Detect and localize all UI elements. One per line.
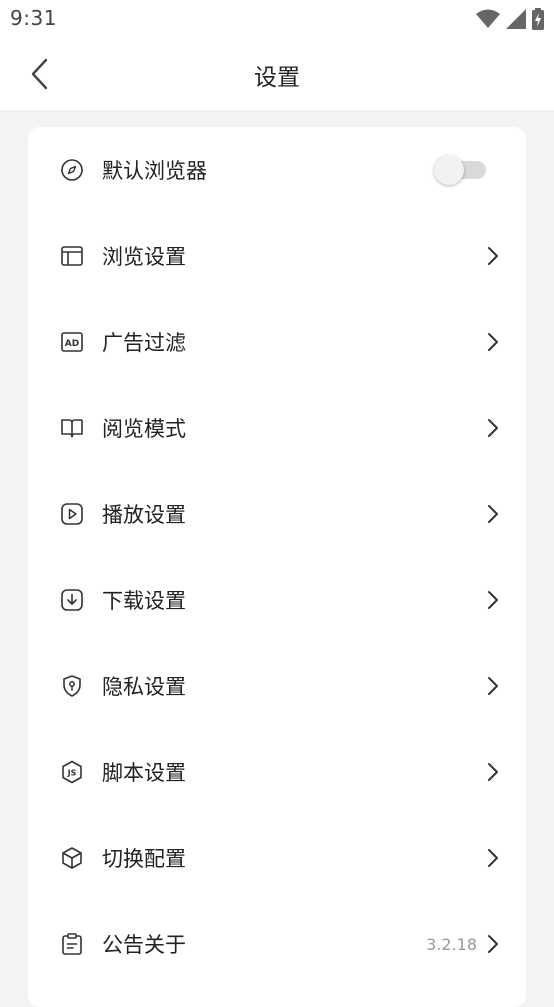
- page-title: 设置: [254, 65, 300, 91]
- settings-item-label: 隐私设置: [102, 675, 186, 699]
- settings-item-label: 切换配置: [102, 847, 186, 871]
- settings-item-label: 脚本设置: [102, 761, 186, 785]
- clipboard-icon: [60, 932, 84, 956]
- layout-icon: [60, 244, 84, 268]
- chevron-right-icon: [486, 934, 500, 954]
- settings-item-label: 公告关于: [102, 933, 186, 957]
- download-icon: [60, 588, 84, 612]
- signal-icon: [506, 9, 526, 29]
- status-time: 9:31: [10, 6, 57, 30]
- settings-item-about[interactable]: 公告关于 3.2.18: [28, 901, 526, 987]
- app-bar: 设置: [0, 38, 554, 110]
- settings-item-label: 阅览模式: [102, 417, 186, 441]
- svg-text:JS: JS: [67, 769, 77, 778]
- settings-item-label: 播放设置: [102, 503, 186, 527]
- settings-item-ad-filter[interactable]: AD 广告过滤: [28, 299, 526, 385]
- version-text: 3.2.18: [426, 934, 477, 954]
- chevron-right-icon: [486, 848, 500, 868]
- settings-item-label: 广告过滤: [102, 331, 186, 355]
- svg-text:AD: AD: [65, 339, 79, 349]
- js-icon: JS: [60, 760, 84, 784]
- settings-item-reading-mode[interactable]: 阅览模式: [28, 385, 526, 471]
- chevron-right-icon: [486, 676, 500, 696]
- chevron-right-icon: [486, 246, 500, 266]
- settings-item-label: 默认浏览器: [102, 159, 207, 183]
- chevron-right-icon: [486, 762, 500, 782]
- book-icon: [60, 416, 84, 440]
- ad-icon: AD: [60, 330, 84, 354]
- settings-item-playback[interactable]: 播放设置: [28, 471, 526, 557]
- settings-item-label: 下载设置: [102, 589, 186, 613]
- settings-item-script[interactable]: JS 脚本设置: [28, 729, 526, 815]
- play-icon: [60, 502, 84, 526]
- status-icons: [476, 8, 544, 30]
- settings-item-browse[interactable]: 浏览设置: [28, 213, 526, 299]
- settings-card: 默认浏览器 浏览设置 AD 广告过滤 阅览模式 播放设置 下载设置 隐私设置 J…: [28, 127, 526, 1007]
- shield-icon: [60, 674, 84, 698]
- settings-item-label: 浏览设置: [102, 245, 186, 269]
- chevron-right-icon: [486, 590, 500, 610]
- battery-charging-icon: [532, 8, 544, 30]
- settings-item-default-browser[interactable]: 默认浏览器: [28, 127, 526, 213]
- chevron-right-icon: [486, 504, 500, 524]
- settings-item-privacy[interactable]: 隐私设置: [28, 643, 526, 729]
- cube-icon: [60, 846, 84, 870]
- chevron-right-icon: [486, 332, 500, 352]
- settings-item-download[interactable]: 下载设置: [28, 557, 526, 643]
- compass-icon: [60, 158, 84, 182]
- chevron-right-icon: [486, 418, 500, 438]
- default-browser-toggle[interactable]: [434, 155, 488, 185]
- toggle-thumb: [434, 155, 464, 185]
- settings-item-switch-config[interactable]: 切换配置: [28, 815, 526, 901]
- wifi-icon: [476, 9, 500, 29]
- status-bar: 9:31: [0, 0, 554, 38]
